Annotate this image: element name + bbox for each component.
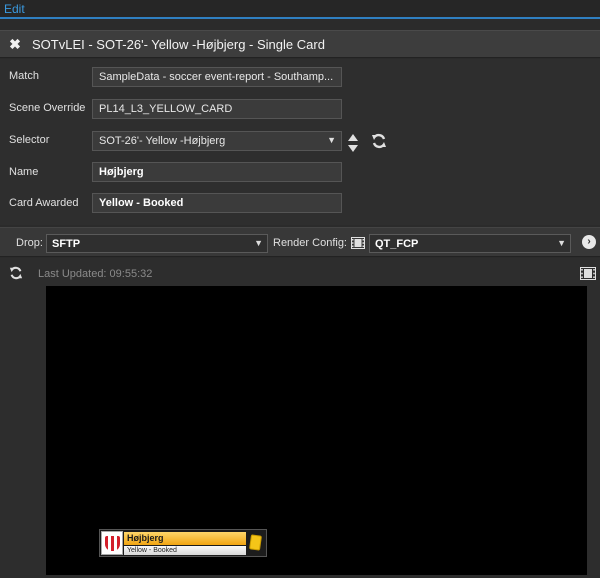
render-config-value: QT_FCP [375,238,419,250]
film-icon [351,237,365,249]
card-awarded-field[interactable]: Yellow - Booked [92,193,342,213]
title-bar: ✖ SOTvLEI - SOT-26'- Yellow -Højbjerg - … [0,30,600,58]
drop-label: Drop: [16,237,43,249]
render-config-select[interactable]: QT_FCP ▼ [369,234,571,253]
lower-third-subtitle: Yellow - Booked [124,546,246,555]
app-root: Edit ✖ SOTvLEI - SOT-26'- Yellow -Højbje… [0,0,600,578]
refresh-icon[interactable] [371,133,387,149]
scene-override-label: Scene Override [9,102,86,114]
render-config-label: Render Config: [273,237,347,249]
last-updated-text: Last Updated: 09:55:32 [38,268,153,280]
edit-tab[interactable]: Edit [4,2,25,16]
top-menu-bar: Edit [0,0,600,19]
film-icon[interactable] [580,267,596,280]
sort-arrows-icon[interactable] [347,133,359,153]
selector-label: Selector [9,134,50,146]
selector-value: SOT-26'- Yellow -Højbjerg [99,135,226,147]
name-field[interactable]: Højbjerg [92,162,342,182]
refresh-preview-icon[interactable] [9,266,23,280]
name-label: Name [9,166,39,178]
lower-third-graphic: Højbjerg Yellow - Booked [99,529,267,557]
page-title: SOTvLEI - SOT-26'- Yellow -Højbjerg - Si… [32,37,325,52]
go-arrow-icon[interactable]: › [582,235,596,249]
drop-select[interactable]: SFTP ▼ [46,234,268,253]
club-crest-icon [101,531,123,555]
chevron-down-icon: ▼ [327,135,336,145]
lower-third-name: Højbjerg [124,532,246,545]
match-field[interactable]: SampleData - soccer event-report - South… [92,67,342,87]
drop-value: SFTP [52,238,81,250]
scene-override-field[interactable]: PL14_L3_YELLOW_CARD [92,99,342,119]
selector-dropdown[interactable]: SOT-26'- Yellow -Højbjerg ▼ [92,131,342,151]
yellow-card-icon [250,535,261,550]
card-awarded-label: Card Awarded [9,197,79,209]
close-icon[interactable]: ✖ [8,37,22,51]
chevron-down-icon: ▼ [254,238,263,248]
output-bar: Drop: SFTP ▼ Render Config: QT_FCP ▼ [0,227,600,257]
chevron-down-icon: ▼ [557,238,566,248]
match-label: Match [9,70,39,82]
